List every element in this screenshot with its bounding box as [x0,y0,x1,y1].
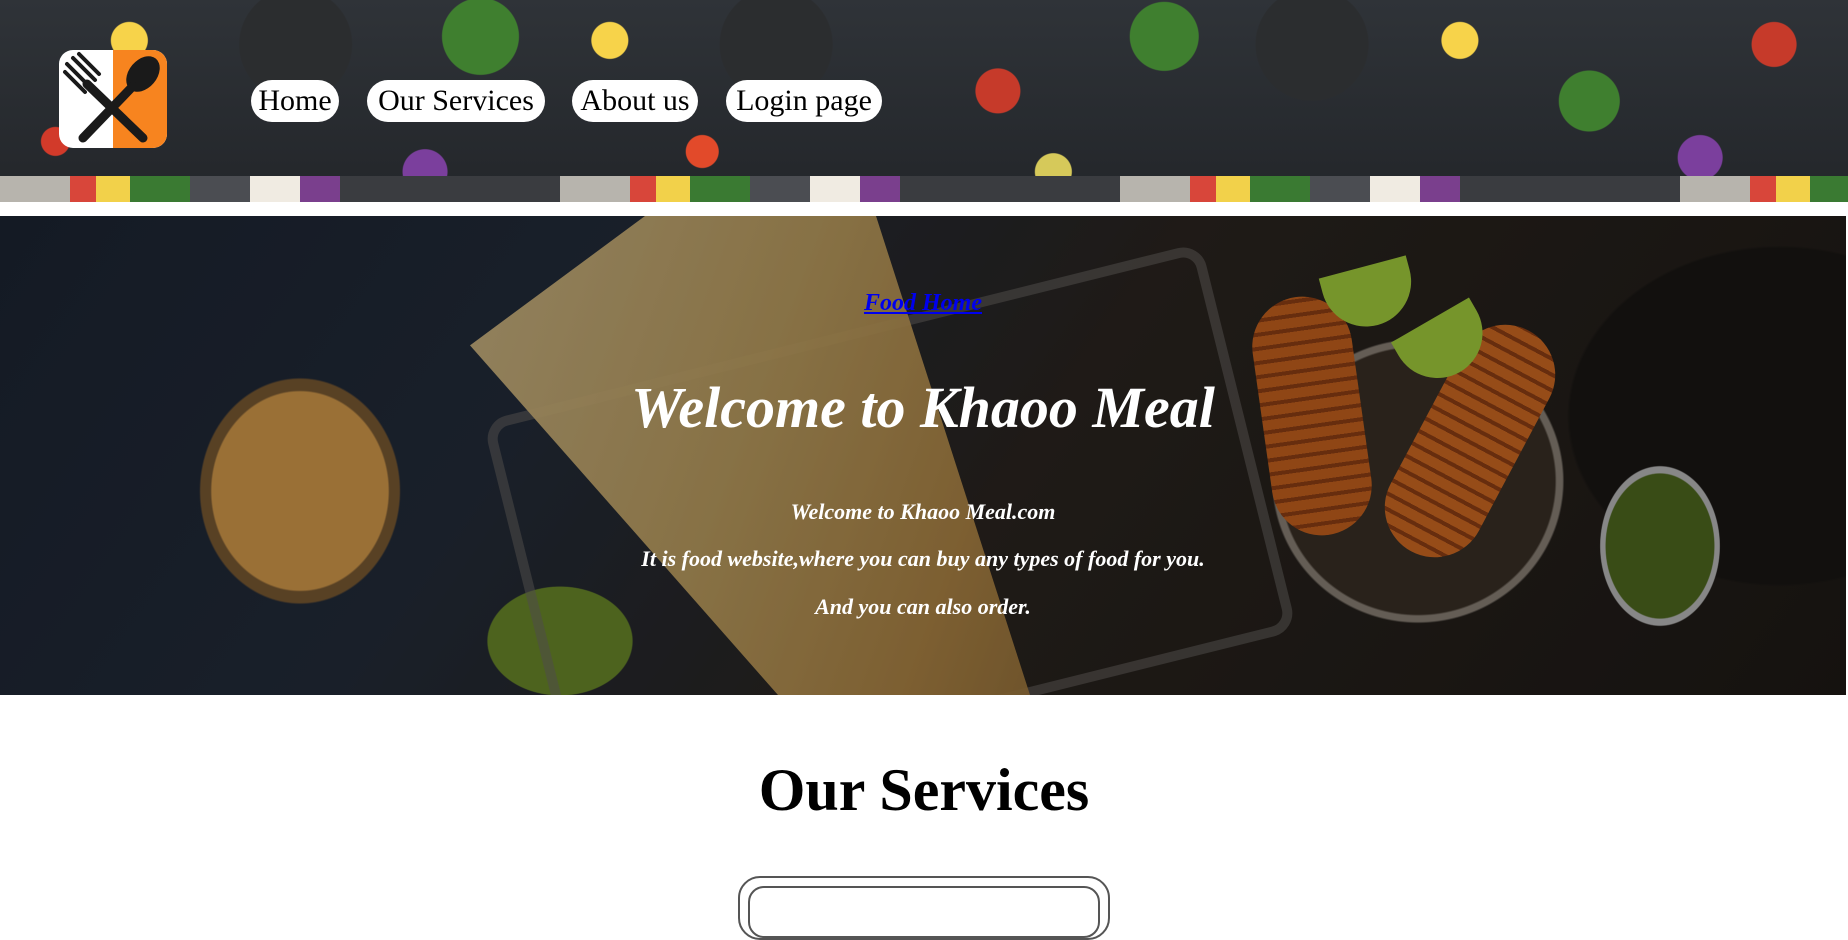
nav-about-us[interactable]: About us [572,80,698,122]
hero-link-wrap: Food Home [0,290,1846,317]
food-home-link[interactable]: Food Home [864,290,982,316]
services-heading: Our Services [758,757,1090,823]
nav-our-services[interactable]: Our Services [367,80,545,122]
nav-login-page[interactable]: Login page [726,80,882,122]
site-logo[interactable] [59,50,167,148]
hero-overlay [0,216,1846,695]
hero-line-2: It is food website,where you can buy any… [641,546,1205,571]
fork-spoon-icon [63,52,160,143]
hero-title: Welcome to Khaoo Meal [631,375,1215,440]
header-food-band [0,176,1848,202]
hero-line-3: And you can also order. [815,594,1031,619]
service-card-inner [748,886,1100,938]
hero-banner: Food Home Welcome to Khaoo Meal Welcome … [0,216,1846,695]
nav-home[interactable]: Home [251,80,339,122]
header-spacer [0,202,1848,216]
site-header: Home Our Services About us Login page [0,0,1848,202]
service-card[interactable] [738,876,1110,940]
hero-line-1: Welcome to Khaoo Meal.com [790,499,1056,524]
